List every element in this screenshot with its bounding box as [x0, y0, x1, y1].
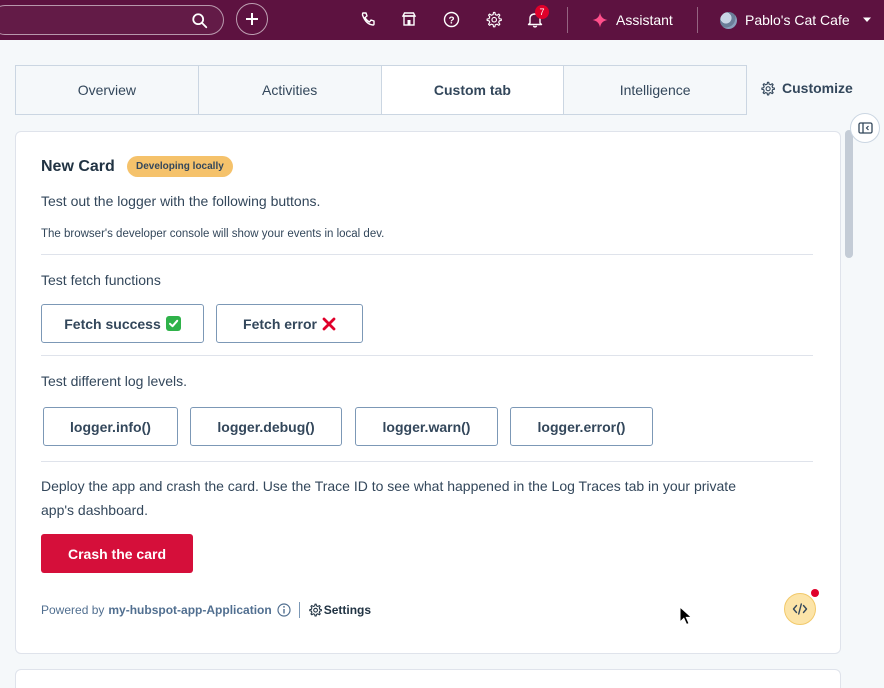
scrollbar-thumb[interactable]	[845, 130, 853, 258]
logger-info-button[interactable]: logger.info()	[43, 407, 178, 446]
powered-by-label: Powered by	[41, 603, 105, 617]
customize-button[interactable]: Customize	[760, 80, 853, 96]
console-note: The browser's developer console will sho…	[41, 228, 385, 240]
record-tabs: Overview Activities Custom tab Intellige…	[15, 65, 747, 115]
tab-custom[interactable]: Custom tab	[381, 66, 565, 114]
calling-button[interactable]	[358, 9, 378, 29]
divider	[41, 461, 813, 462]
side-panel-toggle-button[interactable]	[850, 113, 880, 143]
divider	[41, 254, 813, 255]
settings-button[interactable]	[483, 9, 503, 29]
fetch-error-button[interactable]: Fetch error	[216, 304, 363, 343]
log-heading: Test different log levels.	[41, 373, 188, 389]
deploy-text-line2: app's dashboard.	[41, 502, 148, 518]
status-badge: Developing locally	[127, 156, 233, 177]
dev-tools-button[interactable]	[784, 593, 816, 625]
search-input[interactable]	[0, 5, 224, 35]
info-icon[interactable]	[277, 603, 291, 617]
assistant-label: Assistant	[616, 12, 673, 28]
customize-label: Customize	[782, 80, 853, 96]
nav-divider	[697, 7, 698, 33]
tab-intelligence[interactable]: Intelligence	[564, 66, 746, 114]
logger-error-button[interactable]: logger.error()	[510, 407, 653, 446]
top-navigation-bar: ? 7 Assistant Pablo's Cat Cafe	[0, 0, 884, 40]
svg-text:?: ?	[448, 15, 454, 26]
search-icon[interactable]	[191, 12, 209, 30]
fetch-success-button[interactable]: Fetch success	[41, 304, 204, 343]
chevron-down-icon	[862, 17, 871, 22]
mouse-cursor-icon	[679, 606, 693, 626]
marketplace-button[interactable]	[399, 9, 419, 29]
account-menu[interactable]: Pablo's Cat Cafe	[720, 9, 872, 31]
fetch-success-label: Fetch success	[64, 315, 161, 332]
new-card: New Card Developing locally Test out the…	[15, 131, 841, 654]
help-button[interactable]: ?	[441, 9, 461, 29]
sparkle-icon	[592, 12, 608, 28]
settings-label: Settings	[323, 603, 372, 617]
panel-toggle-icon	[857, 122, 873, 134]
help-icon: ?	[443, 11, 459, 27]
check-mark-icon	[165, 316, 181, 331]
tab-activities[interactable]: Activities	[199, 66, 382, 114]
gear-icon	[761, 81, 775, 95]
tab-overview[interactable]: Overview	[16, 66, 199, 114]
plus-icon	[246, 13, 258, 25]
cross-mark-icon	[322, 317, 336, 330]
dev-tools-alert-dot	[811, 589, 819, 597]
account-avatar	[720, 11, 737, 29]
settings-link[interactable]: Settings	[308, 603, 371, 617]
fetch-heading: Test fetch functions	[41, 272, 161, 288]
fetch-error-label: Fetch error	[243, 315, 317, 332]
divider	[41, 355, 813, 356]
deploy-text-line1: Deploy the app and crash the card. Use t…	[41, 478, 736, 494]
create-button[interactable]	[236, 3, 268, 35]
next-card	[15, 669, 841, 688]
phone-icon	[361, 12, 375, 26]
card-footer: Powered by my-hubspot-app-Application Se…	[41, 600, 371, 620]
crash-card-button[interactable]: Crash the card	[41, 534, 193, 573]
code-icon	[792, 603, 808, 615]
account-name: Pablo's Cat Cafe	[745, 12, 850, 28]
logger-warn-button[interactable]: logger.warn()	[355, 407, 498, 446]
intro-text: Test out the logger with the following b…	[41, 193, 321, 209]
logger-debug-button[interactable]: logger.debug()	[190, 407, 342, 446]
card-title: New Card	[41, 158, 115, 175]
footer-separator	[298, 602, 300, 618]
marketplace-icon	[401, 12, 417, 26]
settings-icon	[486, 11, 502, 27]
nav-divider	[567, 7, 568, 33]
assistant-button[interactable]: Assistant	[592, 9, 673, 31]
gear-icon	[308, 603, 322, 617]
notification-count-badge: 7	[535, 5, 549, 19]
app-name-link[interactable]: my-hubspot-app-Application	[108, 603, 271, 617]
